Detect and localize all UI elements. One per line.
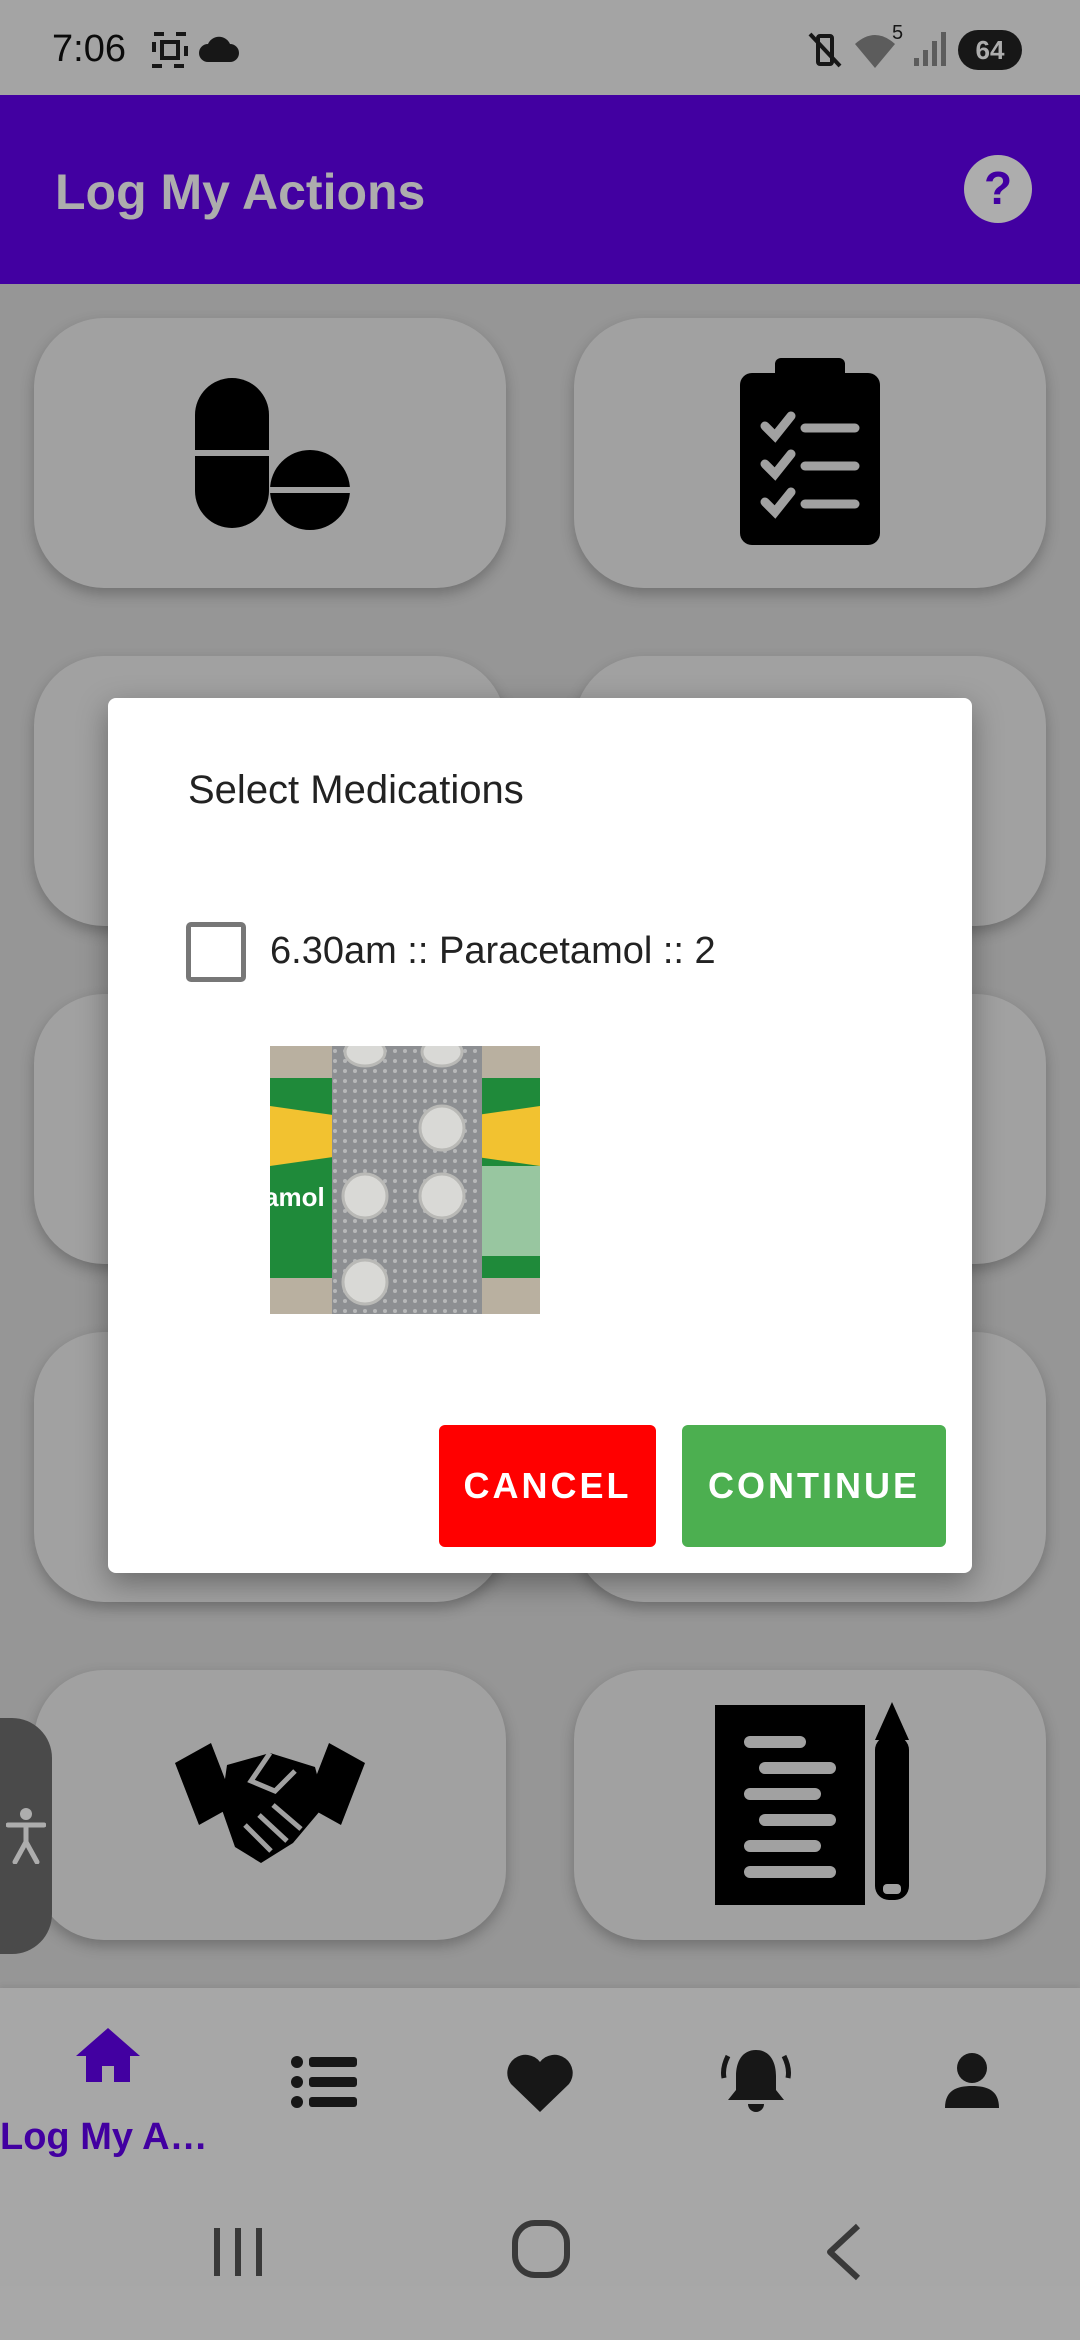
continue-button[interactable]: CONTINUE: [682, 1425, 946, 1547]
cancel-button[interactable]: CANCEL: [439, 1425, 656, 1547]
photo-box-text: amol: [270, 1182, 325, 1212]
medication-checkbox[interactable]: [186, 922, 246, 982]
medication-photo-graphic: amol: [270, 1046, 540, 1314]
medication-label[interactable]: 6.30am :: Paracetamol :: 2: [270, 930, 716, 973]
medication-photo: amol: [270, 1046, 540, 1314]
select-medications-dialog: Select Medications 6.30am :: Paracetamol…: [108, 698, 972, 1573]
dialog-title: Select Medications: [188, 768, 524, 812]
